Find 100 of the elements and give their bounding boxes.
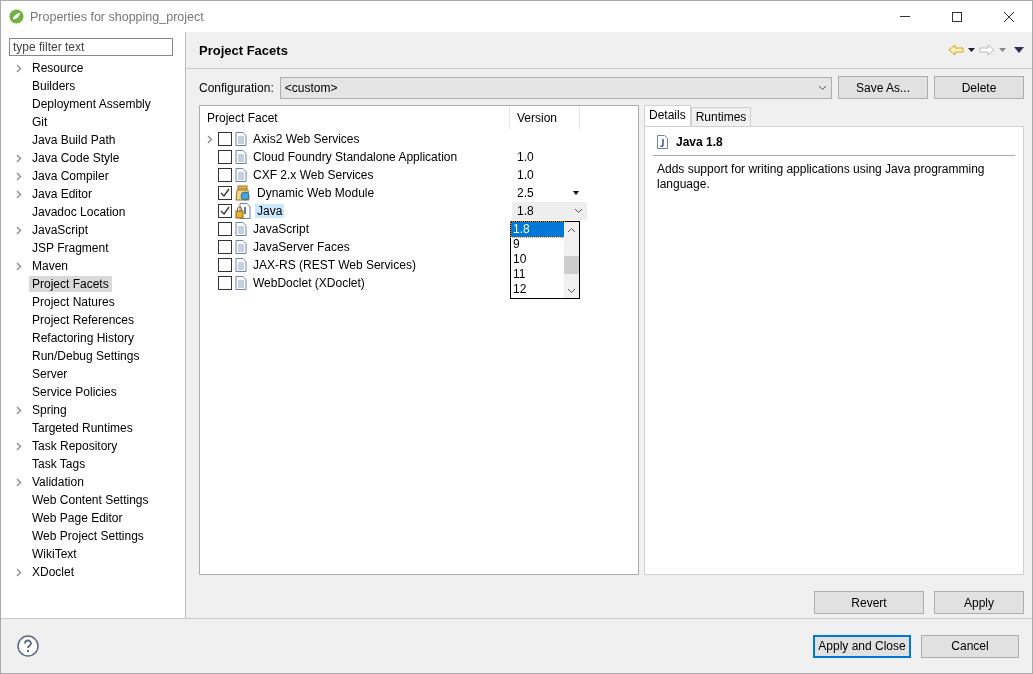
checkbox[interactable]: [218, 258, 232, 272]
tab[interactable]: Runtimes: [690, 107, 752, 126]
checkbox[interactable]: [218, 132, 232, 146]
facet-name[interactable]: JavaServer Faces: [251, 240, 352, 254]
sidebar-item[interactable]: Server: [29, 366, 71, 382]
checkbox[interactable]: [218, 204, 232, 218]
dialog-button[interactable]: Apply and Close: [813, 634, 911, 658]
leaf-logo-icon: [9, 9, 24, 24]
sidebar-item[interactable]: Task Tags: [29, 456, 89, 472]
facet-name[interactable]: Axis2 Web Services: [251, 132, 362, 146]
sidebar-item[interactable]: JavaScript: [29, 222, 92, 238]
facet-name[interactable]: CXF 2.x Web Services: [251, 168, 376, 182]
expand-chevron-icon[interactable]: [16, 441, 22, 451]
sidebar-item[interactable]: JSP Fragment: [29, 240, 112, 256]
expand-chevron-icon[interactable]: [16, 63, 22, 73]
version-option[interactable]: 11: [511, 267, 564, 282]
dropdown-arrow-icon[interactable]: [573, 191, 579, 195]
sidebar-item[interactable]: Web Content Settings: [29, 492, 152, 508]
java-file-icon: [657, 135, 668, 149]
facet-name[interactable]: JavaScript: [251, 222, 312, 236]
expand-chevron-icon[interactable]: [16, 405, 22, 415]
close-icon[interactable]: [1004, 11, 1014, 22]
sidebar-item[interactable]: Java Compiler: [29, 168, 112, 184]
chevron-down-icon: [818, 84, 827, 91]
column-header[interactable]: Project Facet: [200, 106, 510, 130]
sidebar-item[interactable]: Targeted Runtimes: [29, 420, 136, 436]
maximize-icon[interactable]: [952, 11, 962, 22]
jar-globe-icon: [235, 185, 251, 201]
version-option[interactable]: 1.8: [511, 222, 564, 237]
tab[interactable]: Details: [644, 105, 691, 126]
sidebar-item[interactable]: Validation: [29, 474, 87, 490]
sidebar-item[interactable]: Deployment Assembly: [29, 96, 154, 112]
view-menu-icon[interactable]: [1014, 47, 1024, 53]
configuration-combo[interactable]: <custom>: [279, 76, 832, 99]
sidebar-item[interactable]: Project References: [29, 312, 138, 328]
facet-description: Adds support for writing applications using Java programming language.: [656, 162, 986, 192]
expand-chevron-icon[interactable]: [16, 225, 22, 235]
facet-name[interactable]: Cloud Foundry Standalone Application: [251, 150, 460, 164]
sidebar-item[interactable]: WikiText: [29, 546, 80, 562]
window-title: Properties for shopping_project: [30, 9, 205, 24]
sidebar-item[interactable]: Java Editor: [29, 186, 96, 202]
sidebar-item[interactable]: Run/Debug Settings: [29, 348, 143, 364]
facet-name[interactable]: JAX-RS (REST Web Services): [251, 258, 418, 272]
facet-name[interactable]: Java: [255, 204, 285, 218]
sidebar-item[interactable]: Git: [29, 114, 51, 130]
sidebar-item[interactable]: Builders: [29, 78, 79, 94]
sidebar-item[interactable]: Javadoc Location: [29, 204, 129, 220]
locked-java-file-icon: [235, 203, 251, 219]
delete-button[interactable]: Delete: [934, 76, 1024, 99]
sidebar-item[interactable]: Project Natures: [29, 294, 118, 310]
scroll-up-icon[interactable]: [567, 227, 576, 233]
sidebar-item[interactable]: Resource: [29, 60, 87, 76]
version-text: 2.5: [517, 186, 534, 200]
sidebar-item[interactable]: Spring: [29, 402, 70, 418]
checkbox[interactable]: [218, 186, 232, 200]
configuration-label: Configuration:: [199, 80, 274, 95]
sidebar-item[interactable]: Java Code Style: [29, 150, 123, 166]
scrollbar[interactable]: [564, 222, 579, 298]
sidebar-item[interactable]: Maven: [29, 258, 72, 274]
sidebar-item[interactable]: Java Build Path: [29, 132, 119, 148]
checkbox[interactable]: [218, 222, 232, 236]
version-text: 1.0: [517, 150, 534, 164]
checkbox[interactable]: [218, 150, 232, 164]
save-as-button[interactable]: Save As...: [838, 76, 928, 99]
version-option[interactable]: 10: [511, 252, 564, 267]
help-icon[interactable]: [17, 635, 39, 657]
filter-field[interactable]: type filter text: [9, 38, 173, 56]
facet-name[interactable]: Dynamic Web Module: [255, 186, 377, 200]
document-icon: [235, 276, 247, 290]
facet-name[interactable]: WebDoclet (XDoclet): [251, 276, 367, 290]
expand-chevron-icon[interactable]: [207, 134, 213, 144]
checkbox[interactable]: [218, 276, 232, 290]
document-icon: [235, 258, 247, 272]
revert-button[interactable]: Revert: [814, 591, 924, 614]
chevron-down-icon: [574, 208, 583, 214]
expand-chevron-icon[interactable]: [16, 567, 22, 577]
version-combo[interactable]: 1.8: [512, 202, 587, 220]
version-text: 1.0: [517, 168, 534, 182]
checkbox[interactable]: [218, 168, 232, 182]
document-icon: [235, 150, 247, 164]
dialog-button[interactable]: Cancel: [921, 634, 1019, 658]
scroll-down-icon[interactable]: [567, 288, 576, 294]
sidebar-item[interactable]: Service Policies: [29, 384, 120, 400]
expand-chevron-icon[interactable]: [16, 261, 22, 271]
version-option[interactable]: 9: [511, 237, 564, 252]
sidebar-item[interactable]: Web Page Editor: [29, 510, 126, 526]
sidebar-item[interactable]: Refactoring History: [29, 330, 138, 346]
version-option[interactable]: 12: [511, 282, 564, 297]
sidebar-item[interactable]: Task Repository: [29, 438, 121, 454]
expand-chevron-icon[interactable]: [16, 477, 22, 487]
sidebar-item[interactable]: Project Facets: [29, 276, 112, 292]
checkbox[interactable]: [218, 240, 232, 254]
document-icon: [235, 168, 247, 182]
page-title: Project Facets: [199, 42, 288, 58]
sidebar-item[interactable]: Web Project Settings: [29, 528, 147, 544]
scrollbar-thumb[interactable]: [564, 256, 579, 274]
apply-button[interactable]: Apply: [934, 591, 1024, 614]
dropdown-arrow-icon[interactable]: [968, 48, 975, 52]
column-header[interactable]: Version: [510, 106, 580, 130]
sidebar-item[interactable]: XDoclet: [29, 564, 78, 580]
